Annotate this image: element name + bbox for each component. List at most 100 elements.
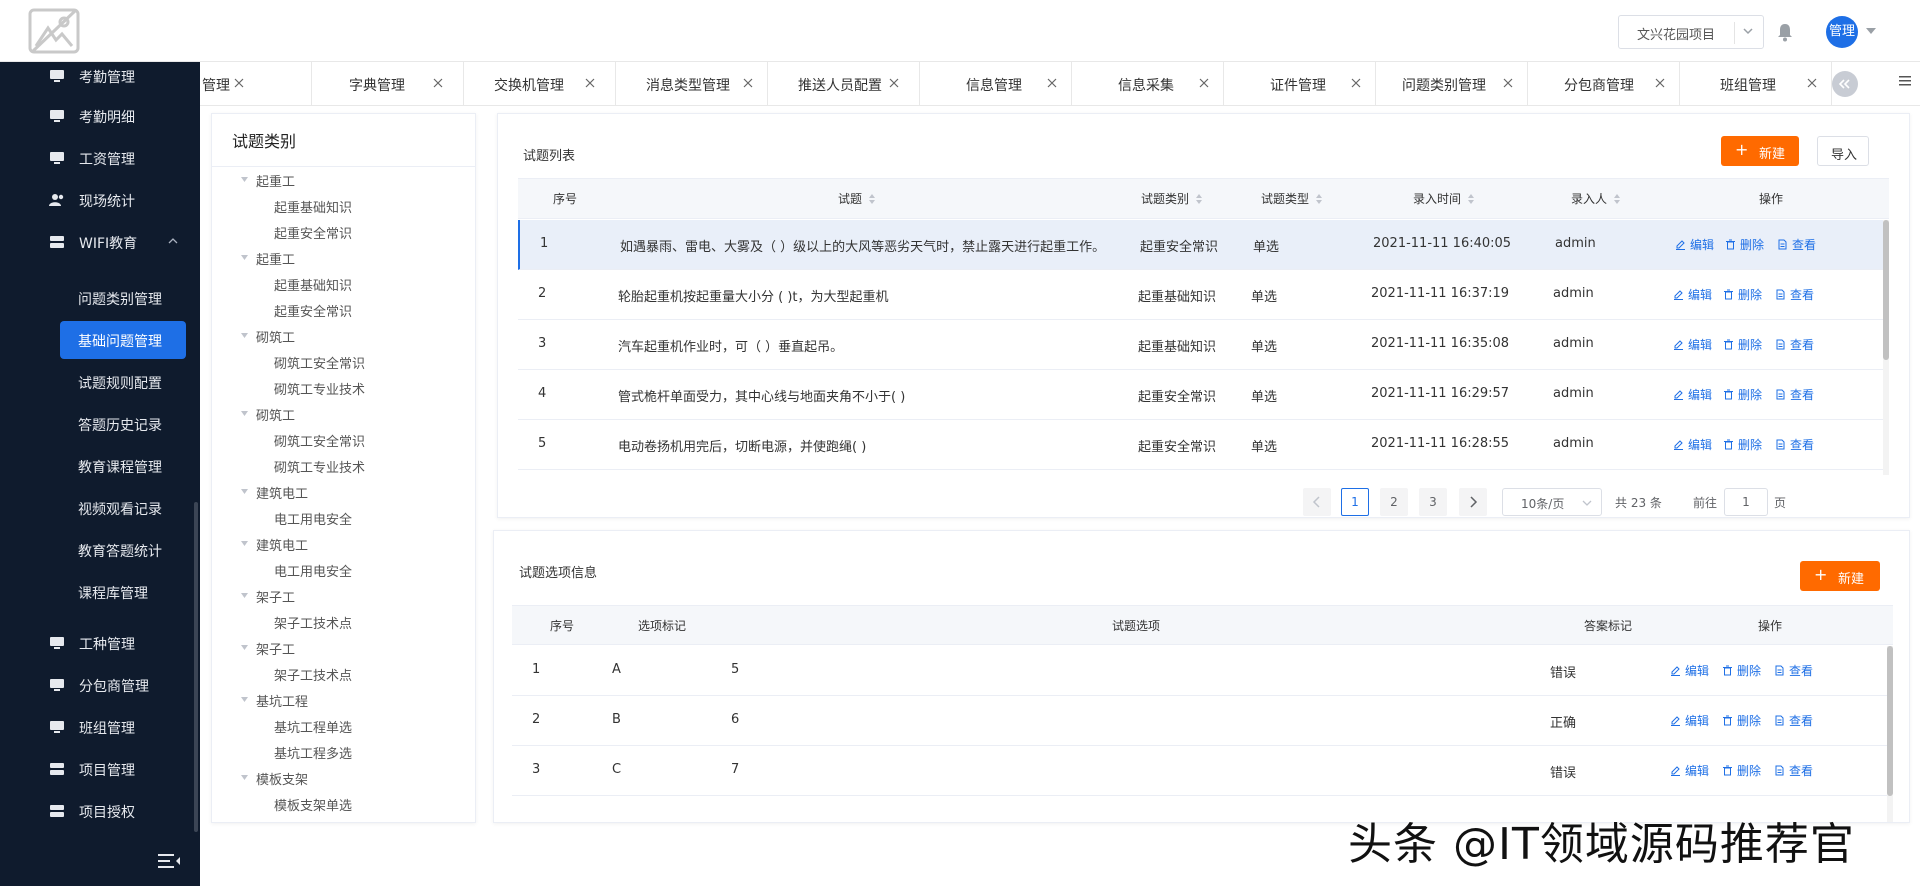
caret-down-icon[interactable] — [240, 591, 249, 600]
edit-link[interactable]: 编辑 — [1673, 286, 1712, 303]
delete-link[interactable]: 删除 — [1722, 662, 1761, 679]
logo-image-icon[interactable] — [28, 8, 80, 54]
table-row[interactable]: 2 B 6 正确 编辑 删除 查看 — [512, 696, 1887, 746]
sort-icon[interactable] — [1467, 193, 1475, 205]
tab-item[interactable]: 问题类别管理 — [1376, 62, 1528, 105]
sidebar-item-project-auth[interactable]: 项目授权 — [0, 791, 200, 831]
tree-node[interactable]: 砌筑工安全常识 — [274, 353, 365, 372]
tree-node[interactable]: 砌筑工 — [256, 405, 295, 424]
sidebar-item-attendance[interactable]: 考勤管理 — [0, 62, 200, 96]
caret-down-icon[interactable] — [240, 175, 249, 184]
tab-item[interactable]: 推送人员配置 — [768, 62, 920, 105]
close-icon[interactable] — [1806, 77, 1818, 89]
option-table-scrollbar[interactable] — [1887, 646, 1893, 796]
tree-node[interactable]: 架子工技术点 — [274, 613, 352, 632]
delete-link[interactable]: 删除 — [1723, 286, 1762, 303]
delete-link[interactable]: 删除 — [1723, 336, 1762, 353]
project-select[interactable]: 文兴花园项目 — [1618, 15, 1764, 49]
tab-item[interactable]: 消息类型管理 — [616, 62, 768, 105]
tree-node[interactable]: 砌筑工 — [256, 327, 295, 346]
tree-node[interactable]: 电工用电安全 — [274, 561, 352, 580]
sidebar-subitem-question-category[interactable]: 问题类别管理 — [60, 279, 186, 317]
delete-link[interactable]: 删除 — [1723, 386, 1762, 403]
table-row[interactable]: 1 如遇暴雨、雷电、大雾及（ ）级以上的大风等恶劣天气时，禁止露天进行起重工作。 起… — [518, 220, 1883, 270]
table-row[interactable]: 3 汽车起重机作业时，可（ ）垂直起吊。 起重基础知识 单选 2021-11-11 16… — [518, 320, 1883, 370]
page-button-3[interactable]: 3 — [1419, 488, 1447, 516]
edit-link[interactable]: 编辑 — [1670, 762, 1709, 779]
column-header-category[interactable]: 试题类别 — [1141, 190, 1203, 207]
close-icon[interactable] — [1198, 77, 1210, 89]
sidebar-item-work-type[interactable]: 工种管理 — [0, 623, 200, 663]
caret-down-icon[interactable] — [240, 409, 249, 418]
tree-node[interactable]: 砌筑工专业技术 — [274, 457, 365, 476]
column-header-time[interactable]: 录入时间 — [1413, 190, 1475, 207]
view-link[interactable]: 查看 — [1777, 236, 1816, 253]
page-size-select[interactable]: 10条/页 — [1502, 488, 1602, 516]
view-link[interactable]: 查看 — [1774, 662, 1813, 679]
table-row[interactable]: 1 A 5 错误 编辑 删除 查看 — [512, 646, 1887, 696]
delete-link[interactable]: 删除 — [1722, 762, 1761, 779]
close-icon[interactable] — [432, 77, 444, 89]
sidebar-subitem-video-record[interactable]: 视频观看记录 — [60, 489, 186, 527]
tree-node[interactable]: 起重工 — [256, 249, 295, 268]
page-button-2[interactable]: 2 — [1380, 488, 1408, 516]
view-link[interactable]: 查看 — [1775, 436, 1814, 453]
column-header-type[interactable]: 试题类型 — [1261, 190, 1323, 207]
tree-node[interactable]: 电工用电安全 — [274, 509, 352, 528]
tree-node[interactable]: 起重安全常识 — [274, 223, 352, 242]
column-header-question[interactable]: 试题 — [838, 190, 876, 207]
sidebar-item-site-stats[interactable]: 现场统计 — [0, 180, 200, 220]
sort-icon[interactable] — [1195, 193, 1203, 205]
page-button-1[interactable]: 1 — [1341, 488, 1369, 516]
tree-node[interactable]: 架子工 — [256, 587, 295, 606]
table-row[interactable]: 2 轮胎起重机按起重量大小分 ( )t，为大型起重机 起重基础知识 单选 2021-11… — [518, 270, 1883, 320]
delete-link[interactable]: 删除 — [1725, 236, 1764, 253]
tree-node[interactable]: 起重基础知识 — [274, 197, 352, 216]
edit-link[interactable]: 编辑 — [1670, 712, 1709, 729]
sidebar-subitem-answer-stats[interactable]: 教育答题统计 — [60, 531, 186, 569]
view-link[interactable]: 查看 — [1775, 386, 1814, 403]
tree-node[interactable]: 起重工 — [256, 171, 295, 190]
tree-node[interactable]: 基坑工程多选 — [274, 743, 352, 762]
prev-page-button[interactable] — [1303, 488, 1331, 516]
caret-down-icon[interactable] — [1866, 28, 1876, 34]
import-button[interactable]: 导入 — [1817, 136, 1869, 166]
caret-down-icon[interactable] — [240, 695, 249, 704]
column-header-user[interactable]: 录入人 — [1571, 190, 1621, 207]
sidebar-subitem-rule-config[interactable]: 试题规则配置 — [60, 363, 186, 401]
menu-icon[interactable] — [1898, 74, 1912, 88]
sidebar-item-subcontractor[interactable]: 分包商管理 — [0, 665, 200, 705]
table-row[interactable]: 4 管式桅杆单面受力，其中心线与地面夹角不小于( ) 起重安全常识 单选 2021-11… — [518, 370, 1883, 420]
sidebar-item-team[interactable]: 班组管理 — [0, 707, 200, 747]
delete-link[interactable]: 删除 — [1722, 712, 1761, 729]
tree-node[interactable]: 模板支架 — [256, 769, 308, 788]
edit-link[interactable]: 编辑 — [1673, 436, 1712, 453]
sidebar-item-wifi-education[interactable]: WIFI教育 — [0, 222, 200, 262]
close-icon[interactable] — [888, 77, 900, 89]
sidebar-item-salary[interactable]: 工资管理 — [0, 138, 200, 178]
sidebar-item-project[interactable]: 项目管理 — [0, 749, 200, 789]
tree-node[interactable]: 基坑工程单选 — [274, 717, 352, 736]
tree-node[interactable]: 起重基础知识 — [274, 275, 352, 294]
close-icon[interactable] — [1350, 77, 1362, 89]
tab-item[interactable]: 信息采集 — [1072, 62, 1224, 105]
question-table-scrollbar[interactable] — [1883, 220, 1889, 360]
edit-link[interactable]: 编辑 — [1670, 662, 1709, 679]
table-row[interactable]: 3 C 7 错误 编辑 删除 查看 — [512, 746, 1887, 796]
edit-link[interactable]: 编辑 — [1675, 236, 1714, 253]
tab-item[interactable]: 字典管理 — [312, 62, 464, 105]
tab-item[interactable]: 班组管理 — [1680, 62, 1832, 105]
view-link[interactable]: 查看 — [1775, 336, 1814, 353]
tab-item[interactable]: 信息管理 — [920, 62, 1072, 105]
bell-icon[interactable] — [1776, 22, 1794, 42]
next-page-button[interactable] — [1459, 488, 1487, 516]
table-row[interactable]: 5 电动卷扬机用完后，切断电源，并使跑绳( ) 起重安全常识 单选 2021-11-11… — [518, 420, 1883, 470]
caret-down-icon[interactable] — [240, 253, 249, 262]
tree-node[interactable]: 起重安全常识 — [274, 301, 352, 320]
goto-page-input[interactable]: 1 — [1724, 488, 1768, 516]
close-icon[interactable] — [1654, 77, 1666, 89]
close-icon[interactable] — [233, 77, 245, 89]
tree-node[interactable]: 建筑电工 — [256, 483, 308, 502]
tree-node[interactable]: 模板支架单选 — [274, 795, 352, 814]
avatar[interactable]: 管理 — [1826, 16, 1858, 48]
